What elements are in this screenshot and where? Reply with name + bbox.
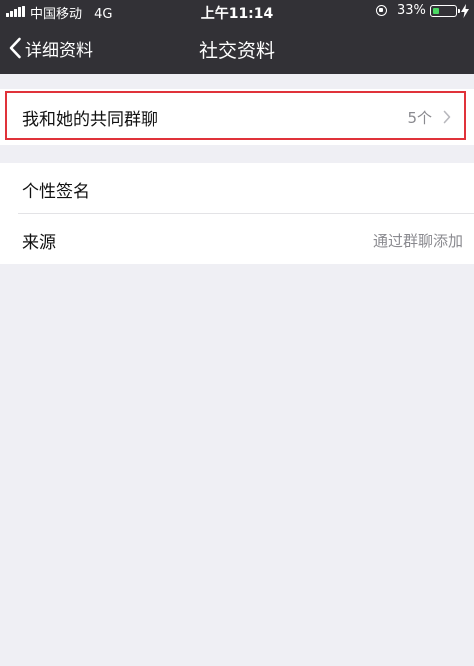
status-bar: 中国移动 4G 上午11:14 33%	[0, 0, 474, 24]
signature-label: 个性签名	[22, 182, 90, 202]
profile-info-section: 个性签名 来源 通过群聊添加	[0, 163, 474, 264]
page-title: 社交资料	[198, 40, 275, 62]
navigation-bar: 详细资料 社交资料	[0, 24, 474, 74]
common-groups-row[interactable]: 我和她的共同群聊 5个	[0, 89, 474, 145]
charging-bolt-icon	[461, 4, 469, 18]
battery-icon	[430, 5, 460, 17]
top-bar: 中国移动 4G 上午11:14 33% 详细资料 社交资料	[0, 0, 474, 74]
signature-row[interactable]: 个性签名	[0, 163, 474, 213]
common-groups-count: 5个	[407, 109, 432, 127]
battery-fill	[432, 7, 440, 14]
common-groups-section: 我和她的共同群聊 5个	[0, 89, 474, 145]
source-value: 通过群聊添加	[372, 232, 463, 250]
source-row: 来源 通过群聊添加	[0, 214, 474, 264]
chevron-right-icon	[443, 110, 451, 124]
orientation-lock-icon	[376, 5, 387, 16]
source-label: 来源	[22, 233, 56, 253]
common-groups-label: 我和她的共同群聊	[22, 110, 158, 130]
battery-percent: 33%	[397, 3, 426, 18]
